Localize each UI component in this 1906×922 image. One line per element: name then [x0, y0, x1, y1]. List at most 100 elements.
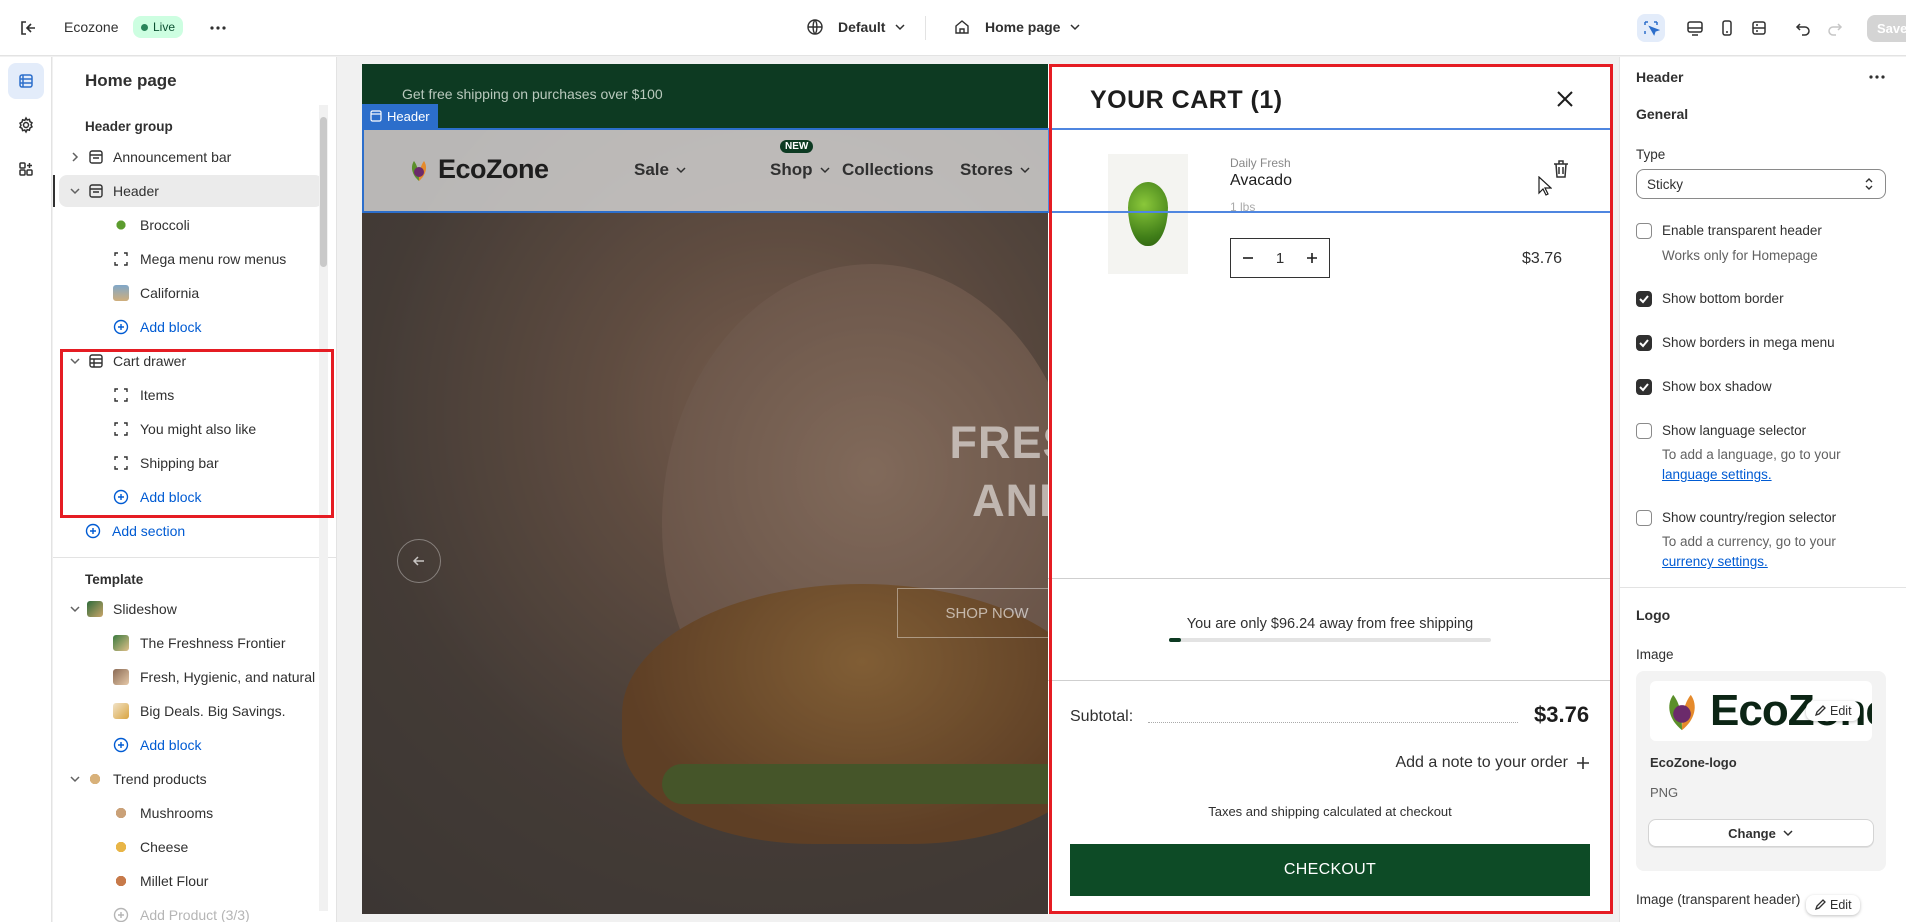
gear-icon[interactable]: [8, 107, 44, 143]
chevron-right-icon[interactable]: [68, 150, 82, 164]
exit-icon[interactable]: [18, 18, 38, 38]
add-section[interactable]: Add section: [53, 515, 323, 547]
box-shadow-checkbox[interactable]: [1636, 379, 1652, 395]
store-name: Ecozone: [64, 19, 119, 35]
pencil-icon: [1814, 899, 1826, 911]
add-block-slideshow[interactable]: Add block: [53, 729, 323, 761]
add-block-header[interactable]: Add block: [53, 311, 323, 343]
transparent-header-checkbox[interactable]: [1636, 223, 1652, 239]
mushrooms-thumbnail: [113, 805, 129, 821]
store-logo[interactable]: EcoZone: [404, 154, 549, 185]
edit-button[interactable]: Edit: [1806, 895, 1860, 915]
section-icon: [88, 183, 104, 199]
product-name[interactable]: Avacado: [1230, 172, 1292, 190]
close-icon[interactable]: [1554, 88, 1576, 110]
section-label: Slideshow: [113, 601, 177, 617]
chevron-down-icon[interactable]: [68, 602, 82, 616]
inspector-icon[interactable]: [1637, 14, 1665, 42]
fullscreen-icon[interactable]: [1745, 14, 1773, 42]
shipping-progress-fill: [1169, 638, 1182, 642]
left-rail: [0, 57, 52, 922]
broccoli-thumbnail: [113, 217, 129, 233]
section-label: Header: [113, 183, 159, 199]
page-label: Home page: [985, 19, 1061, 35]
add-product-label: Add Product (3/3): [140, 907, 250, 922]
quantity-stepper[interactable]: 1: [1230, 238, 1330, 278]
more-icon[interactable]: [208, 18, 228, 38]
image-transparent-label: Image (transparent header): [1636, 892, 1801, 907]
view-controls: Save: [1637, 14, 1906, 42]
country-help: To add a currency, go to your: [1662, 534, 1836, 549]
chevron-down-icon: [675, 164, 687, 176]
nav-collections[interactable]: Collections: [842, 160, 934, 180]
page-selector[interactable]: Home page: [953, 18, 1082, 36]
quantity-value[interactable]: 1: [1276, 250, 1284, 267]
cart-drawer: YOUR CART (1) Daily Fresh Avacado 1 lbs …: [1048, 64, 1612, 914]
product-vendor: Daily Fresh: [1230, 156, 1291, 170]
trash-icon[interactable]: [1552, 159, 1570, 179]
subtotal-leader: [1148, 722, 1518, 723]
minus-icon[interactable]: [1241, 251, 1255, 265]
block-cheese[interactable]: Cheese: [53, 831, 323, 863]
scrollbar-thumb[interactable]: [320, 117, 327, 267]
chevron-down-icon[interactable]: [68, 184, 82, 198]
checkout-button[interactable]: CHECKOUT: [1070, 844, 1590, 896]
avocado-image: [1128, 182, 1168, 246]
save-button[interactable]: Save: [1867, 14, 1906, 42]
block-california[interactable]: California: [53, 277, 323, 309]
home-icon: [953, 18, 971, 36]
chevron-down-icon: [819, 164, 831, 176]
mega-borders-checkbox[interactable]: [1636, 335, 1652, 351]
chevron-down-icon[interactable]: [68, 772, 82, 786]
language-help: To add a language, go to your: [1662, 447, 1841, 462]
nav-label: Sale: [634, 160, 669, 179]
block-broccoli[interactable]: Broccoli: [53, 209, 323, 241]
plus-icon[interactable]: [1305, 251, 1319, 265]
block-slide-3[interactable]: Big Deals. Big Savings.: [53, 695, 323, 727]
add-note-label: Add a note to your order: [1395, 754, 1568, 771]
storefront-preview: Get free shipping on purchases over $100…: [362, 64, 1612, 914]
product-image[interactable]: [1108, 154, 1188, 274]
redo-icon[interactable]: [1821, 14, 1849, 42]
block-slide-2[interactable]: Fresh, Hygienic, and natural: [53, 661, 323, 693]
sections-icon[interactable]: [8, 63, 44, 99]
edit-button[interactable]: Edit: [1806, 701, 1860, 721]
block-mega-menu[interactable]: Mega menu row menus: [53, 243, 323, 275]
nav-stores[interactable]: Stores: [960, 160, 1031, 180]
mobile-icon[interactable]: [1713, 14, 1741, 42]
header-tag: Header: [362, 104, 438, 128]
divider: [925, 16, 926, 40]
section-header[interactable]: Header: [59, 175, 323, 207]
block-millet-flour[interactable]: Millet Flour: [53, 865, 323, 897]
theme-selector[interactable]: Default: [806, 18, 907, 36]
box-shadow-label: Show box shadow: [1662, 379, 1772, 394]
more-icon[interactable]: [1867, 67, 1887, 87]
add-section-label: Add section: [112, 523, 186, 539]
language-settings-link[interactable]: language settings.: [1662, 467, 1772, 482]
subtotal-value: $3.76: [1534, 702, 1590, 727]
bottom-border-checkbox[interactable]: [1636, 291, 1652, 307]
arrow-left-icon[interactable]: [397, 539, 441, 583]
pencil-icon: [1814, 705, 1826, 717]
block-mushrooms[interactable]: Mushrooms: [53, 797, 323, 829]
nav-sale[interactable]: Sale: [634, 160, 687, 180]
divider: [53, 557, 336, 558]
currency-settings-link[interactable]: currency settings.: [1662, 554, 1768, 569]
change-button[interactable]: Change: [1648, 819, 1874, 847]
section-trend-products[interactable]: Trend products: [53, 763, 323, 795]
header-group-heading: Header group: [85, 119, 173, 134]
nav-shop[interactable]: NEW Shop: [770, 140, 831, 180]
language-checkbox[interactable]: [1636, 423, 1652, 439]
type-select[interactable]: Sticky: [1636, 169, 1886, 199]
add-note-button[interactable]: Add a note to your order: [1395, 754, 1590, 772]
plus-circle-icon: [113, 907, 129, 922]
section-slideshow[interactable]: Slideshow: [53, 593, 323, 625]
desktop-icon[interactable]: [1681, 14, 1709, 42]
chevron-down-icon: [1782, 827, 1794, 839]
section-icon: [370, 110, 382, 122]
block-slide-1[interactable]: The Freshness Frontier: [53, 627, 323, 659]
section-announcement-bar[interactable]: Announcement bar: [53, 141, 323, 173]
apps-icon[interactable]: [8, 151, 44, 187]
undo-icon[interactable]: [1789, 14, 1817, 42]
country-checkbox[interactable]: [1636, 510, 1652, 526]
